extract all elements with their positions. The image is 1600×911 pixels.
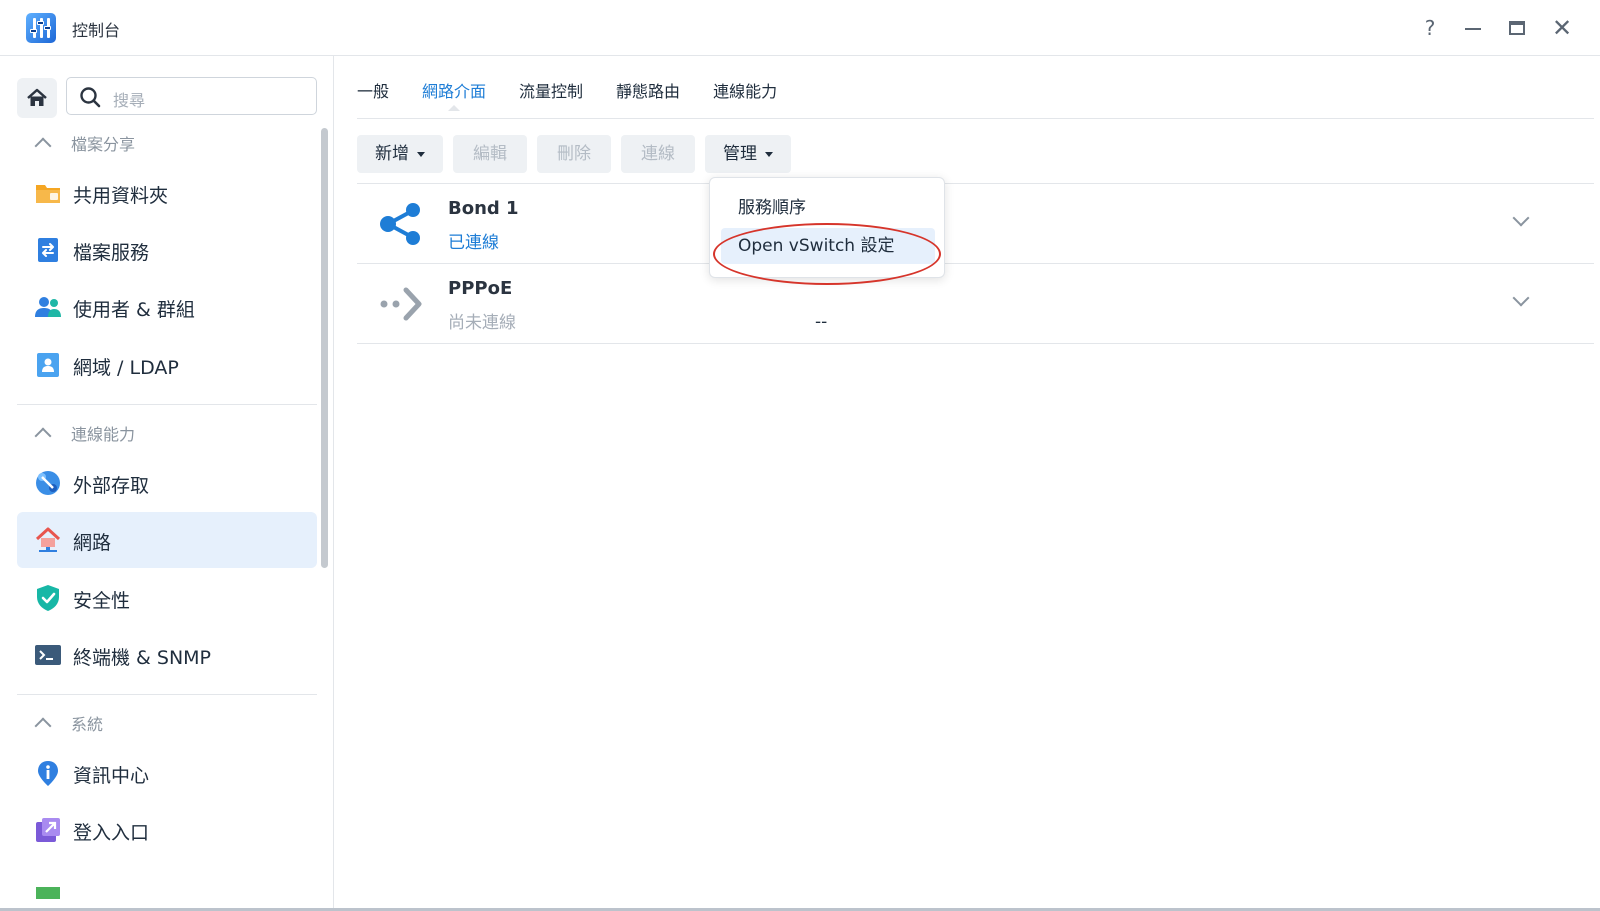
pppoe-connect-icon (380, 287, 422, 321)
regional-options-icon (36, 887, 60, 899)
section-divider (17, 694, 317, 695)
home-button[interactable] (17, 78, 57, 118)
maximize-icon (1509, 21, 1525, 35)
menu-item-service-order[interactable]: 服務順序 (721, 190, 935, 226)
section-divider (17, 404, 317, 405)
interface-status: 尚未連線 (448, 313, 516, 333)
window-title: 控制台 (72, 21, 121, 40)
sidebar-item-label: 使用者 & 群組 (73, 299, 195, 321)
interface-row-pppoe[interactable]: PPPoE 尚未連線 -- (357, 264, 1594, 344)
maximize-button[interactable] (1503, 14, 1531, 42)
minimize-icon (1465, 28, 1481, 30)
sidebar-scrollbar[interactable] (321, 128, 328, 568)
login-portal-icon (36, 818, 60, 842)
section-label: 檔案分享 (71, 135, 136, 154)
folder-icon (36, 185, 60, 203)
network-home-icon (35, 527, 61, 552)
sidebar-item-label: 終端機 & SNMP (73, 647, 212, 669)
close-button[interactable]: ✕ (1548, 14, 1576, 42)
control-panel-window: 控制台 ? ✕ 搜尋 檔案分享 共用資料夾 檔案服務 使用者 & 群組 網域 /… (0, 0, 1600, 911)
tab-connectivity[interactable]: 連線能力 (713, 80, 777, 110)
expand-chevron-icon[interactable] (1512, 209, 1530, 227)
manage-button-label: 管理 (723, 144, 757, 164)
users-icon (35, 297, 61, 317)
external-access-icon (36, 471, 60, 495)
tab-traffic-control[interactable]: 流量控制 (519, 80, 583, 110)
chevron-up-icon (34, 137, 52, 155)
interface-status: 已連線 (448, 233, 499, 253)
domain-icon (37, 353, 59, 377)
home-icon (27, 88, 47, 106)
section-header-system[interactable]: 系統 (34, 711, 104, 735)
search-placeholder: 搜尋 (113, 91, 146, 110)
sidebar-item-label: 網域 / LDAP (73, 357, 179, 379)
tab-network-interface[interactable]: 網路介面 (422, 80, 487, 111)
connect-button[interactable]: 連線 (621, 135, 695, 173)
sidebar-item-user-group[interactable]: 使用者 & 群組 (17, 279, 317, 335)
search-input[interactable]: 搜尋 (66, 77, 317, 115)
shield-icon (37, 585, 59, 611)
add-button-label: 新增 (375, 144, 409, 164)
menu-item-open-vswitch-settings[interactable]: Open vSwitch 設定 (721, 228, 935, 264)
sidebar-item-label: 資訊中心 (73, 765, 150, 787)
terminal-icon (35, 645, 61, 665)
toolbar: 新增 編輯 刪除 連線 管理 (357, 135, 801, 173)
section-label: 系統 (71, 715, 104, 734)
section-label: 連線能力 (71, 425, 136, 444)
expand-chevron-icon[interactable] (1512, 289, 1530, 307)
main-panel: 一般 網路介面 流量控制 靜態路由 連線能力 新增 編輯 刪除 連線 管理 Bo… (335, 56, 1600, 908)
sidebar-item-info-center[interactable]: 資訊中心 (17, 745, 317, 801)
sidebar-item-file-services[interactable]: 檔案服務 (17, 222, 317, 278)
sidebar: 搜尋 檔案分享 共用資料夾 檔案服務 使用者 & 群組 網域 / LDAP 連線… (0, 56, 334, 908)
delete-button[interactable]: 刪除 (537, 135, 611, 173)
search-icon (80, 87, 101, 108)
add-button[interactable]: 新增 (357, 135, 443, 173)
interface-name: Bond 1 (448, 198, 519, 219)
bond-share-icon (380, 203, 420, 245)
sidebar-item-label: 外部存取 (73, 475, 150, 497)
sidebar-item-login-portal[interactable]: 登入入口 (17, 802, 317, 858)
edit-button[interactable]: 編輯 (453, 135, 527, 173)
section-header-connectivity[interactable]: 連線能力 (34, 421, 136, 445)
sidebar-item-external-access[interactable]: 外部存取 (17, 455, 317, 511)
interface-row-bond1[interactable]: Bond 1 已連線 (357, 184, 1594, 264)
help-button[interactable]: ? (1416, 14, 1444, 42)
manage-button[interactable]: 管理 (705, 135, 791, 173)
tab-bar: 一般 網路介面 流量控制 靜態路由 連線能力 (357, 80, 810, 120)
title-bar: 控制台 ? ✕ (0, 0, 1600, 56)
sidebar-item-label: 共用資料夾 (73, 185, 169, 207)
interface-address: -- (815, 312, 828, 332)
sidebar-item-domain-ldap[interactable]: 網域 / LDAP (17, 337, 317, 393)
tab-active-caret (448, 105, 461, 111)
chevron-up-icon (34, 717, 52, 735)
dropdown-arrow-icon (765, 151, 773, 157)
sidebar-item-shared-folder[interactable]: 共用資料夾 (17, 165, 317, 221)
dropdown-arrow-icon (417, 151, 425, 157)
sidebar-item-partial[interactable] (17, 859, 317, 908)
section-header-file-sharing[interactable]: 檔案分享 (34, 131, 136, 155)
sidebar-item-network[interactable]: 網路 (17, 512, 317, 568)
sidebar-item-label: 網路 (73, 532, 112, 554)
sidebar-item-security[interactable]: 安全性 (17, 570, 317, 626)
sidebar-item-terminal-snmp[interactable]: 終端機 & SNMP (17, 627, 317, 683)
tab-divider (357, 118, 1594, 119)
sidebar-item-label: 安全性 (73, 590, 131, 612)
tab-static-route[interactable]: 靜態路由 (616, 80, 680, 110)
sidebar-item-label: 檔案服務 (73, 242, 150, 264)
chevron-up-icon (34, 427, 52, 445)
file-services-icon (38, 238, 58, 262)
manage-dropdown-menu: 服務順序 Open vSwitch 設定 (709, 177, 945, 278)
tab-general[interactable]: 一般 (357, 80, 389, 110)
control-panel-app-icon (26, 13, 56, 43)
interface-name: PPPoE (448, 278, 513, 299)
tab-label: 網路介面 (422, 82, 487, 101)
sidebar-item-label: 登入入口 (73, 822, 150, 844)
minimize-button[interactable] (1459, 14, 1487, 42)
info-icon (38, 761, 58, 786)
